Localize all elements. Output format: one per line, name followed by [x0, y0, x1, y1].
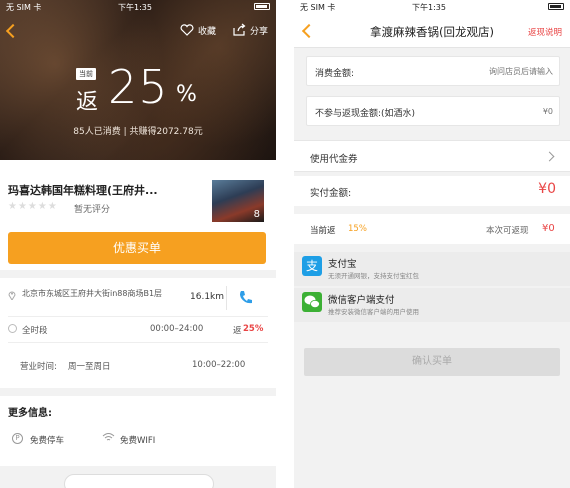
rebate-row: 当前返 15% 本次可返现 ¥0 [294, 214, 570, 244]
consumption-summary: 85人已消费 | 共赚得2072.78元 [73, 127, 203, 137]
left-screen: 无 SIM 卡 下午1:35 收藏 分享 当前 返 25 % 85人已消费 | … [0, 0, 276, 488]
discount-pay-button[interactable]: 优惠买单 [8, 232, 266, 264]
divider [8, 342, 268, 343]
rebate-percent: 25 [108, 60, 169, 114]
divider [226, 286, 227, 310]
clock-icon [8, 324, 17, 333]
carrier-label: 无 SIM 卡 [6, 3, 42, 12]
alipay-icon: 支 [302, 256, 322, 276]
hours-label: 营业时间: [20, 362, 57, 372]
alipay-title: 支付宝 [328, 259, 357, 270]
free-wifi-label: 免费WIFI [120, 436, 156, 446]
slot-rebate-percent: 25% [243, 324, 264, 334]
shop-card: 玛喜达韩国年糕料理(王府井... ★★★★★ 暂无评分 8 优惠买单 [0, 160, 276, 270]
status-time: 下午1:35 [412, 3, 446, 12]
nav-header: 拿渡麻辣香锅(回龙观店) 返现说明 [294, 14, 570, 48]
share-button[interactable]: 分享 [250, 24, 268, 37]
slot-rebate-label: 返 [233, 326, 242, 336]
alipay-subtitle: 无须开通网银，支持支付宝红包 [328, 272, 419, 280]
bottom-button[interactable] [64, 474, 214, 488]
free-parking-label: 免费停车 [30, 436, 65, 446]
info-card: 北京市东城区王府井大街in88商场B1层 16.1km 全时段 00:00–24… [0, 278, 276, 388]
chevron-right-icon [544, 151, 555, 162]
shop-name: 玛喜达韩国年糕料理(王府井... [8, 184, 158, 197]
rebate-hint: 本次可返现 [486, 226, 529, 236]
favorite-button[interactable]: 收藏 [198, 24, 216, 37]
alipay-option[interactable]: 支 支付宝 无须开通网银，支持支付宝红包 [294, 252, 570, 286]
paid-amount-row: 实付金额: ¥0 [294, 176, 570, 206]
rating-text: 暂无评分 [74, 205, 111, 215]
rebate-value: ¥0 [542, 223, 555, 234]
excluded-amount-label: 不参与返现金额:(如酒水) [315, 109, 416, 119]
more-info-card: 更多信息: P 免费停车 免费WIFI [0, 396, 276, 466]
rebate-explanation-link[interactable]: 返现说明 [528, 26, 562, 38]
wechat-pay-option[interactable]: 微信客户端支付 推荐安装微信客户端的用户使用 [294, 288, 570, 322]
phone-icon[interactable] [236, 288, 256, 308]
carrier-label: 无 SIM 卡 [300, 3, 336, 12]
current-tag: 当前 [76, 68, 96, 80]
status-time: 下午1:35 [118, 3, 152, 12]
coupon-row[interactable]: 使用代金券 [294, 140, 570, 172]
photo-count: 8 [253, 209, 260, 220]
status-bar: 无 SIM 卡 下午1:35 [0, 0, 276, 14]
wechat-pay-title: 微信客户端支付 [328, 295, 395, 306]
divider [8, 316, 268, 317]
hours-time: 10:00–22:00 [192, 360, 246, 370]
shop-photo[interactable]: 8 [212, 180, 264, 222]
shop-address[interactable]: 北京市东城区王府井大街in88商场B1层 [22, 288, 172, 299]
rebate-label: 当前返 [310, 226, 336, 236]
hours-days: 周一至周日 [68, 362, 111, 372]
share-icon[interactable] [232, 23, 246, 36]
parking-icon: P [12, 433, 23, 444]
status-bar: 无 SIM 卡 下午1:35 [294, 0, 570, 14]
hero-banner: 无 SIM 卡 下午1:35 收藏 分享 当前 返 25 % 85人已消费 | … [0, 0, 276, 160]
time-slot-label: 全时段 [22, 326, 48, 336]
screen-divider [276, 0, 294, 488]
confirm-pay-button[interactable]: 确认买单 [304, 348, 560, 376]
amount-field[interactable]: 消费金额: [306, 56, 560, 86]
battery-icon [254, 3, 270, 10]
excluded-amount-field[interactable]: 不参与返现金额:(如酒水) [306, 96, 560, 126]
wechat-icon [302, 292, 322, 312]
excluded-amount-input[interactable] [423, 104, 553, 118]
amount-label: 消费金额: [315, 69, 355, 79]
rebate-percent: 15% [348, 224, 367, 234]
back-arrow-icon[interactable] [5, 23, 21, 39]
wifi-icon [102, 433, 115, 441]
rating-stars-icon: ★★★★★ [8, 201, 58, 212]
coupon-label: 使用代金券 [310, 154, 358, 165]
wechat-pay-subtitle: 推荐安装微信客户端的用户使用 [328, 308, 419, 316]
paid-amount-value: ¥0 [538, 181, 556, 197]
amount-input[interactable] [423, 64, 553, 78]
right-screen: 无 SIM 卡 下午1:35 拿渡麻辣香锅(回龙观店) 返现说明 消费金额: 不… [294, 0, 570, 488]
percent-sign: % [176, 82, 197, 107]
rebate-label: 返 [76, 90, 99, 115]
location-pin-icon [8, 291, 16, 300]
battery-icon [548, 3, 564, 10]
heart-icon[interactable] [180, 24, 194, 36]
paid-amount-label: 实付金额: [310, 188, 352, 199]
shop-distance: 16.1km [190, 292, 225, 302]
more-info-title: 更多信息: [8, 408, 52, 419]
time-slot-range: 00:00–24:00 [150, 324, 204, 334]
